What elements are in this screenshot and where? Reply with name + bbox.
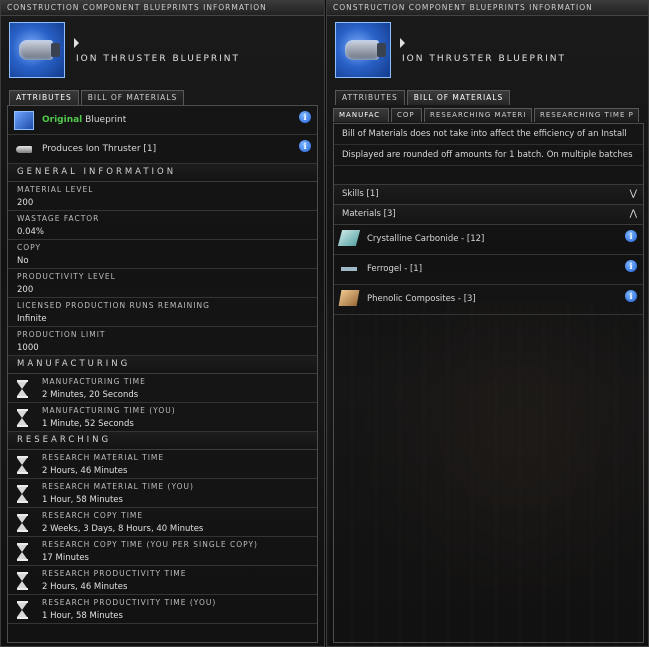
subtab-researching-time[interactable]: RESEARCHING TIME P	[534, 108, 639, 122]
section-general-information: GENERAL INFORMATION	[8, 164, 317, 182]
item-title: ION THRUSTER BLUEPRINT	[402, 54, 567, 64]
time-research-copy-you: RESEARCH COPY TIME (YOU PER SINGLE COPY)…	[8, 537, 317, 566]
original-label: Original	[42, 115, 83, 125]
phenolic-composites-icon	[338, 290, 360, 306]
ion-thruster-icon	[14, 140, 34, 159]
subtab-copy[interactable]: COP	[391, 108, 422, 122]
bill-of-materials-panel: Bill of Materials does not take into aff…	[333, 123, 644, 643]
tab-bar: ATTRIBUTES BILL OF MATERIALS	[335, 90, 511, 105]
group-skills[interactable]: Skills [1] ⋁	[334, 185, 643, 205]
attr-licensed-runs: LICENSED PRODUCTION RUNS REMAINING Infin…	[8, 298, 317, 327]
list-item-blueprint-type[interactable]: Original Blueprint i	[8, 106, 317, 135]
info-icon[interactable]: i	[299, 140, 311, 152]
list-item-material[interactable]: Ferrogel - [1] i	[334, 255, 643, 285]
ion-thruster-blueprint-icon[interactable]	[335, 22, 391, 78]
attr-material-level: MATERIAL LEVEL 200	[8, 182, 317, 211]
tab-attributes[interactable]: ATTRIBUTES	[9, 90, 79, 105]
subtab-researching-material[interactable]: RESEARCHING MATERI	[424, 108, 532, 122]
list-item-produces[interactable]: Produces Ion Thruster [1] i	[8, 135, 317, 164]
tab-bill-of-materials[interactable]: BILL OF MATERIALS	[406, 90, 511, 105]
blueprint-info-window-attributes: CONSTRUCTION COMPONENT BLUEPRINTS INFORM…	[0, 0, 325, 647]
hourglass-icon	[17, 380, 28, 398]
time-research-productivity-you: RESEARCH PRODUCTIVITY TIME (YOU) 1 Hour,…	[8, 595, 317, 624]
batch-note: Displayed are rounded off amounts for 1 …	[334, 145, 643, 166]
time-research-material-you: RESEARCH MATERIAL TIME (YOU) 1 Hour, 58 …	[8, 479, 317, 508]
hourglass-icon	[17, 543, 28, 561]
section-manufacturing: MANUFACTURING	[8, 356, 317, 374]
ferrogel-icon	[340, 260, 358, 276]
blueprint-icon	[14, 111, 34, 130]
subtab-manufacturing[interactable]: MANUFAC	[333, 108, 389, 122]
chevron-down-icon[interactable]: ⋁	[630, 185, 637, 204]
crystalline-carbonide-icon	[337, 230, 361, 246]
hourglass-icon	[17, 572, 28, 590]
hourglass-icon	[17, 456, 28, 474]
time-research-copy: RESEARCH COPY TIME 2 Weeks, 3 Days, 8 Ho…	[8, 508, 317, 537]
hourglass-icon	[17, 485, 28, 503]
time-research-material: RESEARCH MATERIAL TIME 2 Hours, 46 Minut…	[8, 450, 317, 479]
info-icon[interactable]: i	[299, 111, 311, 123]
attributes-panel: Original Blueprint i Produces Ion Thrust…	[7, 105, 318, 643]
section-researching: RESEARCHING	[8, 432, 317, 450]
hourglass-icon	[17, 514, 28, 532]
time-research-productivity: RESEARCH PRODUCTIVITY TIME 2 Hours, 46 M…	[8, 566, 317, 595]
hourglass-icon	[17, 601, 28, 619]
blueprint-label: Blueprint	[85, 115, 127, 125]
chevron-up-icon[interactable]: ⋀	[630, 205, 637, 224]
subtab-bar: MANUFAC COP RESEARCHING MATERI RESEARCHI…	[333, 108, 646, 123]
produces-label: Produces Ion Thruster [1]	[42, 144, 157, 154]
item-header: ION THRUSTER BLUEPRINT	[327, 16, 648, 88]
time-manufacturing: MANUFACTURING TIME 2 Minutes, 20 Seconds	[8, 374, 317, 403]
item-title: ION THRUSTER BLUEPRINT	[76, 54, 241, 64]
ion-thruster-blueprint-icon[interactable]	[9, 22, 65, 78]
info-icon[interactable]: i	[625, 260, 637, 272]
attr-copy: COPY No	[8, 240, 317, 269]
attr-productivity-level: PRODUCTIVITY LEVEL 200	[8, 269, 317, 298]
expand-arrow-icon[interactable]	[74, 38, 79, 48]
time-manufacturing-you: MANUFACTURING TIME (YOU) 1 Minute, 52 Se…	[8, 403, 317, 432]
list-item-material[interactable]: Crystalline Carbonide - [12] i	[334, 225, 643, 255]
list-item-material[interactable]: Phenolic Composites - [3] i	[334, 285, 643, 315]
tab-bill-of-materials[interactable]: BILL OF MATERIALS	[80, 90, 185, 105]
attr-production-limit: PRODUCTION LIMIT 1000	[8, 327, 317, 356]
hourglass-icon	[17, 409, 28, 427]
item-header: ION THRUSTER BLUEPRINT	[1, 16, 324, 88]
expand-arrow-icon[interactable]	[400, 38, 405, 48]
info-icon[interactable]: i	[625, 290, 637, 302]
group-materials[interactable]: Materials [3] ⋀	[334, 205, 643, 225]
tab-attributes[interactable]: ATTRIBUTES	[335, 90, 405, 105]
window-title[interactable]: CONSTRUCTION COMPONENT BLUEPRINTS INFORM…	[1, 1, 324, 16]
info-icon[interactable]: i	[625, 230, 637, 242]
tab-bar: ATTRIBUTES BILL OF MATERIALS	[9, 90, 185, 105]
efficiency-note: Bill of Materials does not take into aff…	[334, 124, 643, 145]
attr-wastage-factor: WASTAGE FACTOR 0.04%	[8, 211, 317, 240]
blueprint-info-window-bill-of-materials: CONSTRUCTION COMPONENT BLUEPRINTS INFORM…	[326, 0, 649, 647]
window-title[interactable]: CONSTRUCTION COMPONENT BLUEPRINTS INFORM…	[327, 1, 648, 16]
